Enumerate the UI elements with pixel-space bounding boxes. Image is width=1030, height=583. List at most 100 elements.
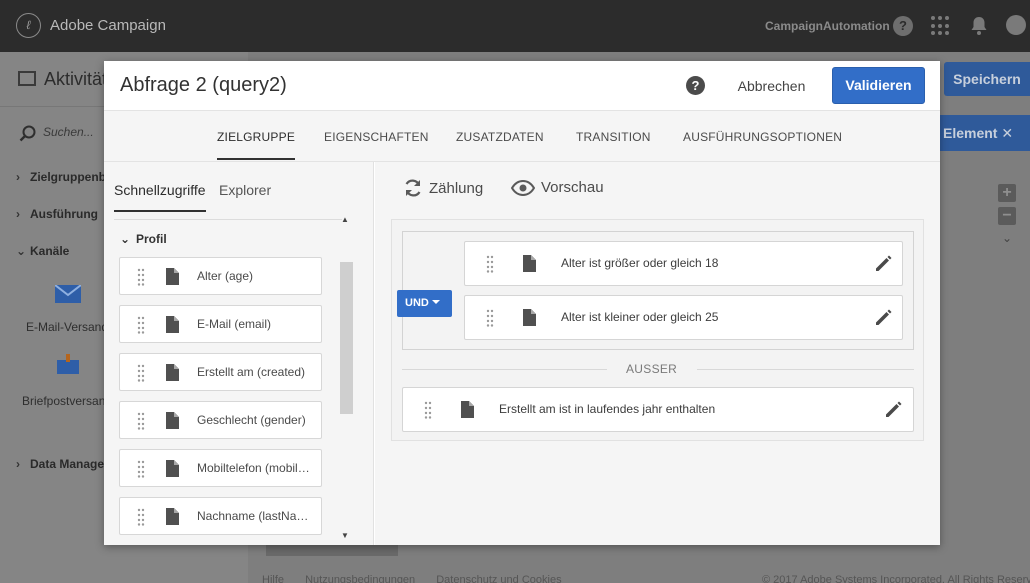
except-label: AUSSER xyxy=(626,362,678,376)
query-dialog: Abfrage 2 (query2) ? Abbrechen Validiere… xyxy=(104,61,940,545)
chevron-down-icon: ⌄ xyxy=(16,244,27,258)
zoom-out-button[interactable]: − xyxy=(998,207,1016,225)
drag-handle-icon[interactable] xyxy=(137,316,145,334)
condition-label: Erstellt am ist in laufendes jahr enthal… xyxy=(499,402,716,416)
tab-shortcuts[interactable]: Schnellzugriffe xyxy=(114,182,206,212)
sidebar-channel-direct-mail[interactable]: Briefpostversand xyxy=(22,394,112,408)
app-header: ℓ Adobe Campaign CampaignAutomation ? xyxy=(0,0,1030,52)
query-canvas: UND Alter ist größer oder gleich 18 Alte… xyxy=(391,219,924,441)
horizontal-scrollbar[interactable] xyxy=(258,544,1030,556)
field-item[interactable]: Mobiltelefon (mobilePhone) xyxy=(119,449,322,487)
document-icon xyxy=(166,508,179,525)
drag-handle-icon[interactable] xyxy=(137,508,145,526)
validate-button[interactable]: Validieren xyxy=(832,67,925,104)
tab-execution-options[interactable]: AUSFÜHRUNGSOPTIONEN xyxy=(683,130,842,160)
drag-handle-icon[interactable] xyxy=(486,309,494,327)
sidebar-item-channels[interactable]: ⌄ Kanäle xyxy=(16,244,69,258)
query-builder: Zählung Vorschau UND Alter ist größer od… xyxy=(375,162,940,545)
pencil-icon[interactable] xyxy=(873,308,893,328)
caret-down-icon xyxy=(431,300,440,304)
divider xyxy=(402,369,607,370)
drag-handle-icon[interactable] xyxy=(137,268,145,286)
tab-explorer[interactable]: Explorer xyxy=(219,182,271,212)
field-item[interactable]: Geschlecht (gender) xyxy=(119,401,322,439)
element-button[interactable]: Element ✕ xyxy=(940,115,1030,151)
chevron-down-icon: ⌄ xyxy=(120,232,131,246)
document-icon xyxy=(523,309,536,326)
document-icon xyxy=(523,255,536,272)
field-item[interactable]: Nachname (lastName) xyxy=(119,497,322,535)
document-icon xyxy=(166,316,179,333)
help-icon[interactable]: ? xyxy=(686,76,705,95)
footer-link-help[interactable]: Hilfe xyxy=(262,574,284,583)
field-item[interactable]: Erstellt am (created) xyxy=(119,353,322,391)
save-button[interactable]: Speichern xyxy=(944,62,1030,96)
cancel-button[interactable]: Abbrechen xyxy=(724,72,819,100)
drag-handle-icon[interactable] xyxy=(424,401,432,419)
field-label: Erstellt am (created) xyxy=(197,365,306,379)
document-icon xyxy=(166,268,179,285)
vertical-scrollbar[interactable] xyxy=(340,262,353,414)
document-icon xyxy=(166,460,179,477)
scroll-down-arrow-icon[interactable]: ▼ xyxy=(341,531,349,540)
search-icon xyxy=(19,125,36,142)
field-label: E-Mail (email) xyxy=(197,317,272,331)
copyright: © 2017 Adobe Systems Incorporated. All R… xyxy=(762,574,1030,583)
app-name: Adobe Campaign xyxy=(50,17,166,34)
refresh-icon xyxy=(405,179,421,197)
scroll-up-arrow-icon[interactable]: ▲ xyxy=(341,215,349,224)
mailbox-icon[interactable] xyxy=(55,352,81,378)
panel-icon[interactable] xyxy=(18,71,36,86)
preview-button[interactable]: Vorschau xyxy=(510,179,604,197)
user-name[interactable]: CampaignAutomation xyxy=(765,19,890,33)
field-label: Mobiltelefon (mobilePhone) xyxy=(197,461,315,475)
pencil-icon[interactable] xyxy=(873,254,893,274)
notification-bell-icon[interactable] xyxy=(970,16,988,36)
chevron-right-icon: › xyxy=(16,207,20,221)
adobe-campaign-logo-icon: ℓ xyxy=(16,13,41,38)
divider xyxy=(697,369,914,370)
eye-icon xyxy=(510,179,536,197)
chevron-down-icon[interactable]: ⌄ xyxy=(1002,231,1012,245)
search-input[interactable]: Suchen... xyxy=(43,125,94,139)
zoom-in-button[interactable]: + xyxy=(998,184,1016,202)
field-item[interactable]: Alter (age) xyxy=(119,257,322,295)
help-icon[interactable]: ? xyxy=(893,16,913,36)
except-separator: AUSSER xyxy=(392,361,925,377)
footer-link-terms[interactable]: Nutzungsbedingungen xyxy=(305,574,415,583)
pencil-icon[interactable] xyxy=(883,400,903,420)
field-label: Alter (age) xyxy=(197,269,254,283)
tab-additional-data[interactable]: ZUSATZDATEN xyxy=(456,130,544,160)
condition-label: Alter ist kleiner oder gleich 25 xyxy=(561,310,719,324)
drag-handle-icon[interactable] xyxy=(137,412,145,430)
field-label: Nachname (lastName) xyxy=(197,509,315,523)
condition-label: Alter ist größer oder gleich 18 xyxy=(561,256,719,270)
section-profile[interactable]: ⌄ Profil xyxy=(120,232,167,246)
field-item[interactable]: E-Mail (email) xyxy=(119,305,322,343)
tab-transition[interactable]: TRANSITION xyxy=(576,130,651,160)
drag-handle-icon[interactable] xyxy=(486,255,494,273)
chevron-right-icon: › xyxy=(16,170,20,184)
app-grid-icon[interactable] xyxy=(931,16,951,36)
document-icon xyxy=(461,401,474,418)
sidebar-channel-email[interactable]: E-Mail-Versand xyxy=(26,320,108,334)
footer: Hilfe Nutzungsbedingungen Datenschutz un… xyxy=(262,574,1030,583)
chevron-right-icon: › xyxy=(16,457,20,471)
condition-item[interactable]: Alter ist kleiner oder gleich 25 xyxy=(464,295,903,340)
except-condition-item[interactable]: Erstellt am ist in laufendes jahr enthal… xyxy=(402,387,914,432)
and-group: UND Alter ist größer oder gleich 18 Alte… xyxy=(397,231,914,350)
close-icon: ✕ xyxy=(1001,125,1014,141)
count-button[interactable]: Zählung xyxy=(403,179,483,197)
tab-target[interactable]: ZIELGRUPPE xyxy=(217,130,296,160)
scrollbar-thumb[interactable] xyxy=(266,544,398,556)
email-icon[interactable] xyxy=(55,285,81,303)
sidebar-item-execution[interactable]: › Ausführung xyxy=(16,207,98,221)
tab-properties[interactable]: EIGENSCHAFTEN xyxy=(324,130,429,160)
operator-dropdown[interactable]: UND xyxy=(397,290,452,317)
user-avatar[interactable] xyxy=(1006,15,1026,35)
divider xyxy=(114,219,342,220)
drag-handle-icon[interactable] xyxy=(137,364,145,382)
condition-item[interactable]: Alter ist größer oder gleich 18 xyxy=(464,241,903,286)
footer-link-privacy[interactable]: Datenschutz und Cookies xyxy=(436,574,561,583)
drag-handle-icon[interactable] xyxy=(137,460,145,478)
